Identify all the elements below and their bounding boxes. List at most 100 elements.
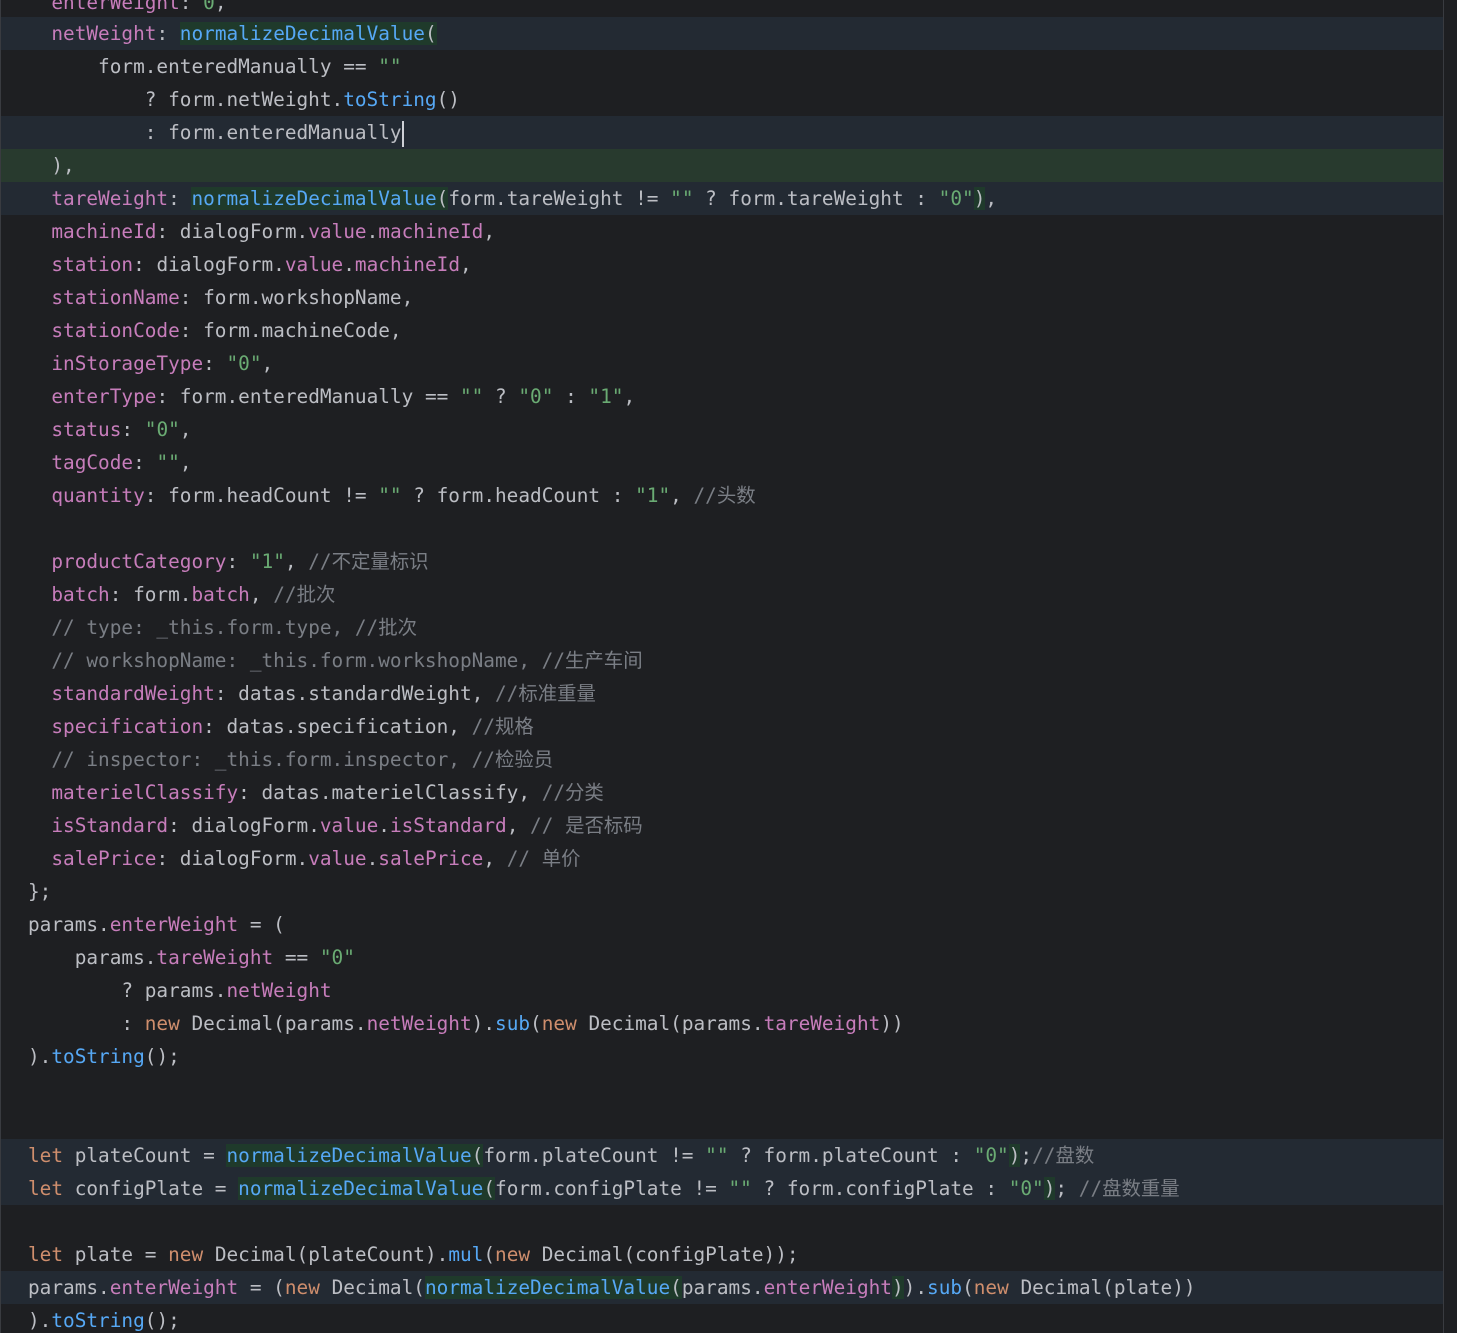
code-line[interactable]: ? form.netWeight.toString() <box>1 83 1443 116</box>
code-line[interactable]: stationCode: form.machineCode, <box>1 314 1443 347</box>
code-editor[interactable]: enterWeight: 0, netWeight: normalizeDeci… <box>0 0 1457 1333</box>
code-token: salePrice <box>378 847 484 870</box>
code-line[interactable]: inStorageType: "0", <box>1 347 1443 380</box>
code-line[interactable]: tareWeight: normalizeDecimalValue(form.t… <box>1 182 1443 215</box>
code-token: . <box>343 253 355 276</box>
code-token: "0" <box>518 385 554 408</box>
code-token: materielClassify <box>51 781 239 804</box>
code-token: ( <box>962 1276 974 1299</box>
code-line[interactable]: tagCode: "", <box>1 446 1443 479</box>
code-line[interactable]: // type: _this.form.type, //批次 <box>1 611 1443 644</box>
code-token: 批次 <box>378 616 418 639</box>
code-line[interactable]: standardWeight: datas.standardWeight, //… <box>1 677 1443 710</box>
code-line[interactable]: status: "0", <box>1 413 1443 446</box>
code-line[interactable]: salePrice: dialogForm.value.salePrice, /… <box>1 842 1443 875</box>
code-token: enterWeight <box>109 1276 239 1299</box>
code-token: 单价 <box>541 847 581 870</box>
code-token: tareWeight <box>51 187 169 210</box>
code-token: ( <box>483 1243 496 1266</box>
code-token: // <box>541 781 566 804</box>
code-line[interactable]: let plate = new Decimal(plateCount).mul(… <box>1 1238 1443 1271</box>
code-line[interactable]: quantity: form.headCount != "" ? form.he… <box>1 479 1443 512</box>
code-token: = ( <box>238 913 285 936</box>
code-token: "" <box>378 55 402 78</box>
code-token: ? <box>483 385 519 408</box>
code-line[interactable]: netWeight: normalizeDecimalValue( <box>1 17 1443 50</box>
code-token: 不定量标识 <box>331 550 429 573</box>
code-token: : datas.specification, <box>203 715 472 738</box>
code-line[interactable]: ), <box>1 149 1443 182</box>
code-line[interactable]: : form.enteredManually <box>1 116 1443 149</box>
code-line[interactable]: enterType: form.enteredManually == "" ? … <box>1 380 1443 413</box>
code-token: Decimal(configPlate)); <box>530 1243 799 1266</box>
code-line[interactable]: productCategory: "1", //不定量标识 <box>1 545 1443 578</box>
code-token: : form.enteredManually <box>28 121 402 144</box>
code-token: ( <box>436 187 449 210</box>
code-token: normalizeDecimalValue <box>424 1276 671 1299</box>
code-line[interactable]: let configPlate = normalizeDecimalValue(… <box>1 1172 1443 1205</box>
code-token: machineId <box>378 220 484 243</box>
code-token: batch <box>191 583 250 606</box>
code-token: , <box>261 352 274 375</box>
code-line[interactable]: params.enterWeight = (new Decimal(normal… <box>1 1271 1443 1304</box>
code-line[interactable]: params.enterWeight = ( <box>1 908 1443 941</box>
code-line[interactable]: materielClassify: datas.materielClassify… <box>1 776 1443 809</box>
code-token: new <box>168 1243 204 1266</box>
code-token: . <box>378 814 390 837</box>
code-token: machineId <box>354 253 460 276</box>
code-token: // <box>1032 1144 1056 1167</box>
code-token: 批次 <box>296 583 336 606</box>
code-line[interactable]: params.tareWeight == "0" <box>1 941 1443 974</box>
code-token: (); <box>144 1045 180 1068</box>
code-token: "" <box>705 1144 729 1167</box>
code-line[interactable]: stationName: form.workshopName, <box>1 281 1443 314</box>
code-line[interactable]: station: dialogForm.value.machineId, <box>1 248 1443 281</box>
code-line[interactable]: form.enteredManually == "" <box>1 50 1443 83</box>
code-token: . <box>366 220 379 243</box>
code-line[interactable]: isStandard: dialogForm.value.isStandard,… <box>1 809 1443 842</box>
code-token: new <box>144 1012 180 1035</box>
code-line[interactable]: batch: form.batch, //批次 <box>1 578 1443 611</box>
code-token: let <box>28 1144 64 1167</box>
code-token: form.configPlate != <box>495 1177 729 1200</box>
code-line[interactable]: ).toString(); <box>1 1304 1443 1333</box>
code-line[interactable]: machineId: dialogForm.value.machineId, <box>1 215 1443 248</box>
code-token: : datas.standardWeight, <box>214 682 495 705</box>
code-line[interactable]: specification: datas.specification, //规格 <box>1 710 1443 743</box>
code-token: // <box>506 847 542 870</box>
code-token: Decimal( <box>319 1276 425 1299</box>
code-token: : <box>133 451 157 474</box>
code-line[interactable]: let plateCount = normalizeDecimalValue(f… <box>1 1139 1443 1172</box>
editor-scrollbar-gutter[interactable] <box>1443 0 1457 1333</box>
code-token: // type: _this.form.type, // <box>51 616 379 639</box>
code-token: normalizeDecimalValue <box>226 1144 472 1167</box>
code-token: stationCode <box>51 319 180 342</box>
code-token: 盘数重量 <box>1102 1177 1180 1200</box>
code-token: : dialogForm. <box>156 220 309 243</box>
code-line[interactable]: }; <box>1 875 1443 908</box>
code-token: , <box>460 253 472 276</box>
code-line[interactable]: // inspector: _this.form.inspector, //检验… <box>1 743 1443 776</box>
code-token: ) <box>891 1276 904 1299</box>
code-token: plate = <box>63 1243 169 1266</box>
code-token: value <box>319 814 379 837</box>
code-token: 规格 <box>495 715 534 738</box>
code-token: 0 <box>203 0 215 14</box>
code-token: "0" <box>973 1144 1009 1167</box>
code-line[interactable]: // workshopName: _this.form.workshopName… <box>1 644 1443 677</box>
code-token: : <box>179 0 204 14</box>
code-line[interactable]: ? params.netWeight <box>1 974 1443 1007</box>
code-line[interactable]: : new Decimal(params.netWeight).sub(new … <box>1 1007 1443 1040</box>
code-token: ). <box>28 1309 52 1332</box>
code-token: isStandard <box>389 814 507 837</box>
code-token: let <box>28 1243 64 1266</box>
code-line[interactable]: ).toString(); <box>1 1040 1443 1073</box>
